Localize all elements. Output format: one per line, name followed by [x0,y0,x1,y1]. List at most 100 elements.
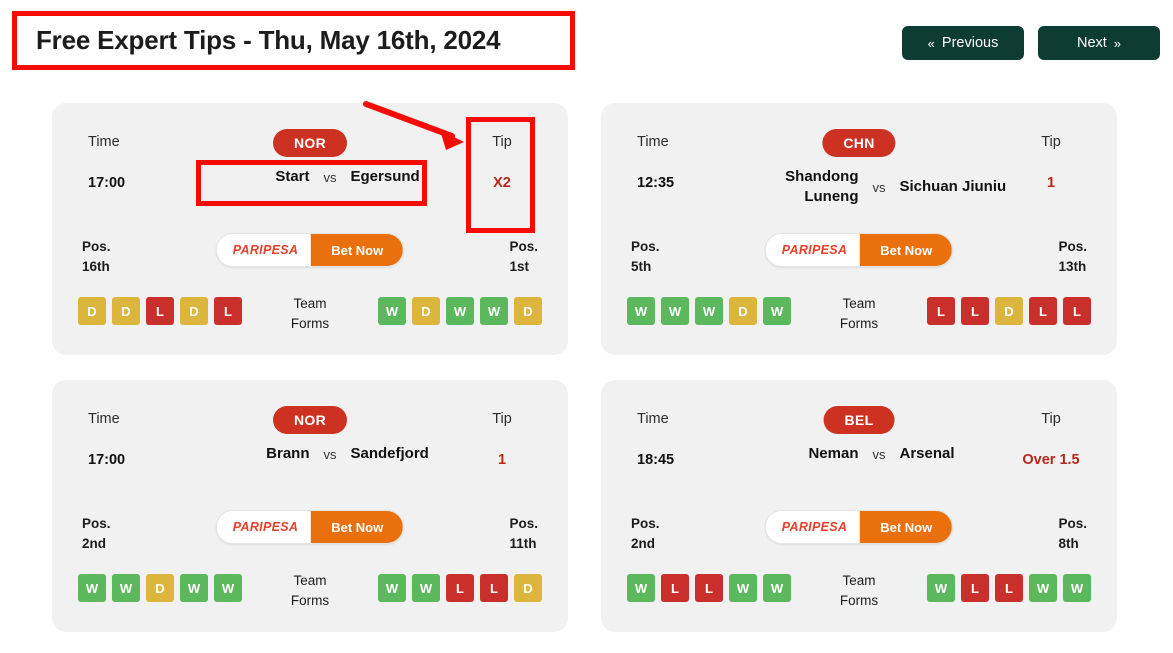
page-header: Free Expert Tips - Thu, May 16th, 2024 «… [0,0,1173,83]
form-result-box: W [180,574,208,602]
paripesa-logo: PARIPESA [216,234,312,266]
team-forms-label: Team Forms [824,571,894,610]
home-team-name[interactable]: Neman [751,444,858,464]
card-forms-row: Team Forms W W D W W W W L L D [52,568,568,620]
pagination-controls: « Previous Next » [902,26,1160,60]
form-result-box: W [480,297,508,325]
bet-now-label: Bet Now [860,234,953,266]
league-badge: BEL [823,406,895,434]
bet-now-button[interactable]: PARIPESA Bet Now [764,233,954,267]
team-form-left: DDLDL [78,297,242,325]
form-result-box: L [961,574,989,602]
card-position-row: Pos. 16th PARIPESA Bet Now Pos. 1st [52,225,568,291]
form-result-box: L [480,574,508,602]
home-position-value: 2nd [631,536,656,552]
page-title: Free Expert Tips - Thu, May 16th, 2024 [36,25,501,55]
bet-now-label: Bet Now [860,511,953,543]
away-position-value: 11th [509,536,537,552]
match-card: Time BEL Tip 18:45 Neman vs Arsenal Over 1.5 Pos… [601,380,1117,632]
away-team-name[interactable]: Arsenal [900,444,1008,464]
match-time: 12:35 [637,175,675,191]
form-result-box: W [412,574,440,602]
form-result-box: D [514,297,542,325]
pos-label: Pos. [631,239,660,254]
home-team-name[interactable]: Shandong Luneng [751,167,858,208]
form-result-box: L [695,574,723,602]
form-result-box: D [412,297,440,325]
team-form-left: WWWDW [627,297,791,325]
team-forms-label: Team Forms [824,294,894,333]
form-result-box: W [378,574,406,602]
form-result-box: W [446,297,474,325]
bet-now-button[interactable]: PARIPESA Bet Now [215,510,405,544]
bet-now-label: Bet Now [311,511,404,543]
form-result-box: D [514,574,542,602]
team-form-right: WDWWD [378,297,542,325]
home-team-name[interactable]: Brann [202,444,309,464]
card-header-row: Time NOR Tip [52,103,568,161]
form-result-box: W [695,297,723,325]
pos-label: Pos. [631,516,660,531]
team-form-left: WWDWW [78,574,242,602]
form-result-box: W [627,297,655,325]
vs-label: vs [323,169,337,185]
form-result-box: W [112,574,140,602]
bet-now-button[interactable]: PARIPESA Bet Now [764,510,954,544]
team-form-right: WWLLD [378,574,542,602]
form-result-box: W [927,574,955,602]
team-forms-label-line2: Forms [290,592,330,608]
away-team-name[interactable]: Egersund [351,167,459,187]
form-result-box: W [378,297,406,325]
team-forms-label-line2: Forms [839,592,879,608]
tip-value: Over 1.5 [1022,452,1080,468]
form-result-box: L [961,297,989,325]
home-team-position: Pos. 2nd [631,514,660,555]
teams-row: Shandong Luneng vs Sichuan Jiuniu [751,167,1007,208]
tip-value: 1 [1046,175,1056,191]
chevron-left-icon: « [927,35,935,51]
form-result-box: L [661,574,689,602]
paripesa-logo: PARIPESA [765,511,861,543]
away-team-name[interactable]: Sandefjord [351,444,459,464]
card-match-row: 18:45 Neman vs Arsenal Over 1.5 [601,438,1117,502]
tip-column-label: Tip [492,411,512,427]
vs-label: vs [872,179,886,195]
team-forms-label-line2: Forms [839,315,879,331]
pos-label: Pos. [509,239,538,254]
team-forms-label: Team Forms [275,571,345,610]
form-result-box: L [927,297,955,325]
form-result-box: W [661,297,689,325]
card-match-row: 17:00 Start vs Egersund X2 [52,161,568,225]
home-position-value: 2nd [82,536,107,552]
card-forms-row: Team Forms W W W D W L L D L L [601,291,1117,343]
card-match-row: 17:00 Brann vs Sandefjord 1 [52,438,568,502]
form-result-box: L [1063,297,1091,325]
home-team-position: Pos. 5th [631,237,660,278]
league-badge: NOR [272,406,348,434]
vs-label: vs [323,446,337,462]
form-result-box: L [995,574,1023,602]
team-form-right: WLLWW [927,574,1091,602]
team-forms-label-line1: Team [293,573,327,588]
home-position-value: 16th [82,259,110,275]
bet-now-button[interactable]: PARIPESA Bet Now [215,233,405,267]
page-title-highlight: Free Expert Tips - Thu, May 16th, 2024 [12,11,575,70]
home-team-position: Pos. 2nd [82,514,111,555]
pos-label: Pos. [1058,239,1087,254]
home-team-position: Pos. 16th [82,237,111,278]
form-result-box: L [446,574,474,602]
away-team-position: Pos. 8th [1058,514,1087,555]
form-result-box: W [763,297,791,325]
form-result-box: L [214,297,242,325]
next-button[interactable]: Next » [1038,26,1160,60]
away-team-name[interactable]: Sichuan Jiuniu [900,177,1008,197]
chevron-right-icon: » [1113,35,1122,51]
card-position-row: Pos. 2nd PARIPESA Bet Now Pos. 8th [601,502,1117,568]
card-header-row: Time BEL Tip [601,380,1117,438]
form-result-box: W [214,574,242,602]
previous-button[interactable]: « Previous [902,26,1024,60]
away-position-value: 8th [1058,536,1079,552]
form-result-box: D [729,297,757,325]
form-result-box: D [112,297,140,325]
home-team-name[interactable]: Start [202,167,309,187]
